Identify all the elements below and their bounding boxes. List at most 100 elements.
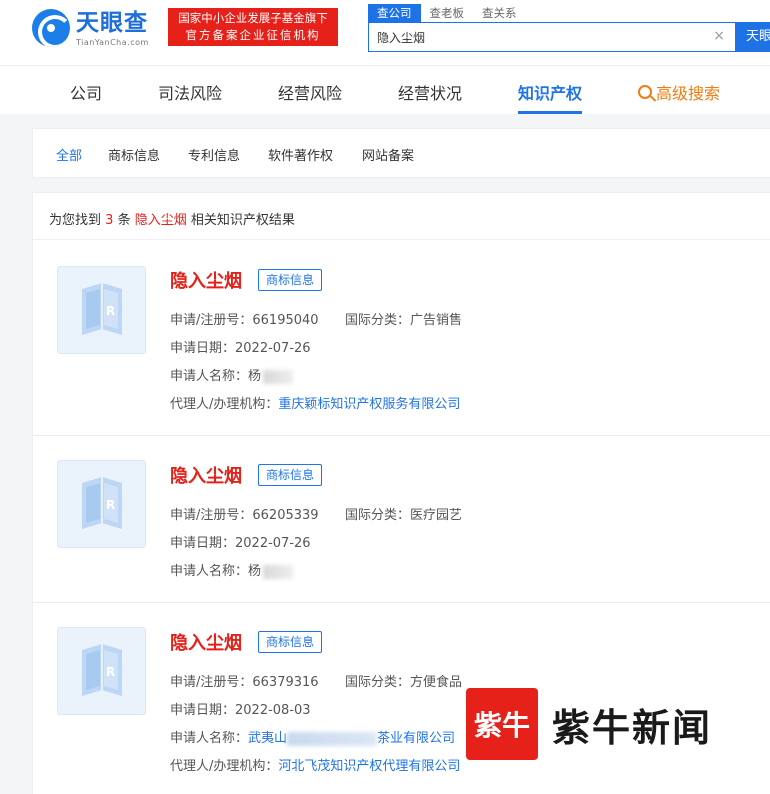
watermark-logo-box: 紫牛 (466, 688, 538, 760)
trademark-thumbnail[interactable]: R (57, 266, 146, 354)
logo-text-cn: 天眼查 (76, 10, 148, 36)
redacted-blur (263, 564, 294, 579)
result-title[interactable]: 隐入尘烟 (170, 629, 242, 655)
advanced-search-label: 高级搜索 (656, 84, 721, 103)
nav-legal-risk[interactable]: 司法风险 (158, 80, 222, 104)
book-icon: R (82, 283, 122, 335)
apply-date-label: 申请日期： (170, 703, 236, 718)
nav-ip[interactable]: 知识产权 (518, 80, 582, 104)
applicant-value: 杨 (248, 564, 262, 579)
applicant-label: 申请人名称： (170, 369, 249, 384)
agent-link[interactable]: 河北飞茂知识产权代理有限公司 (278, 759, 460, 774)
reg-no-value: 66379316 (252, 675, 319, 690)
result-count: 3 (105, 213, 114, 228)
applicant-row: 申请人名称：武夷山 茶业有限公司 (170, 727, 455, 746)
summary-prefix: 为您找到 (49, 213, 102, 228)
subtab-website-filing[interactable]: 网站备案 (362, 145, 414, 164)
nav-company[interactable]: 公司 (70, 80, 102, 104)
intl-class-field: 国际分类：医疗园艺 (345, 504, 462, 523)
nav-active-underline (518, 111, 582, 114)
search-tab-boss[interactable]: 查老板 (421, 4, 474, 22)
search-input-value[interactable]: 隐入尘烟 (377, 29, 425, 46)
result-card[interactable]: R 隐入尘烟 商标信息 申请/注册号：66195040 国际分类：广告销售 申请… (33, 240, 770, 436)
intl-class-field: 国际分类：方便食品 (345, 671, 462, 690)
svg-text:R: R (106, 498, 115, 512)
intl-class-label: 国际分类： (345, 508, 411, 523)
agent-label: 代理人/办理机构： (170, 759, 279, 774)
result-type-tag: 商标信息 (258, 464, 323, 486)
apply-date-label: 申请日期： (170, 341, 236, 356)
reg-no-value: 66195040 (252, 313, 319, 328)
search-icon (638, 85, 652, 99)
redacted-blur (263, 369, 294, 384)
apply-date-row: 申请日期：2022-07-26 (170, 337, 311, 356)
applicant-label: 申请人名称： (170, 564, 249, 579)
apply-date-value: 2022-08-03 (235, 703, 311, 718)
agent-link[interactable]: 重庆颖标知识产权服务有限公司 (278, 397, 460, 412)
result-type-tag: 商标信息 (258, 631, 323, 653)
reg-no-label: 申请/注册号： (170, 675, 253, 690)
summary-unit: 条 (117, 213, 131, 228)
result-summary: 为您找到 3 条 隐入尘烟 相关知识产权结果 (49, 209, 295, 228)
result-title[interactable]: 隐入尘烟 (170, 462, 242, 488)
site-logo[interactable]: 天眼查 TianYanCha.com (32, 9, 149, 47)
result-card[interactable]: R 隐入尘烟 商标信息 申请/注册号：66205339 国际分类：医疗园艺 申请… (33, 436, 770, 603)
apply-date-label: 申请日期： (170, 536, 236, 551)
applicant-row: 申请人名称：杨 (170, 560, 294, 579)
subtab-all[interactable]: 全部 (56, 145, 82, 164)
svg-text:R: R (106, 665, 115, 679)
summary-suffix: 相关知识产权结果 (190, 213, 295, 228)
intl-class-label: 国际分类： (345, 675, 411, 690)
applicant-row: 申请人名称：杨 (170, 365, 294, 384)
search-input[interactable]: 隐入尘烟 × (368, 22, 736, 52)
badge-line-2: 官方备案企业征信机构 (185, 28, 321, 42)
intl-class-field: 国际分类：广告销售 (345, 309, 462, 328)
reg-no-row: 申请/注册号：66379316 国际分类：方便食品 (170, 671, 462, 690)
search-tab-relation[interactable]: 查关系 (473, 4, 526, 22)
redacted-blur (287, 731, 378, 746)
subtab-software-copyright[interactable]: 软件著作权 (268, 145, 333, 164)
nav-operating-status[interactable]: 经营状况 (398, 80, 462, 104)
applicant-label: 申请人名称： (170, 731, 249, 746)
logo-text-en: TianYanCha.com (76, 38, 149, 47)
applicant-value: 杨 (248, 369, 262, 384)
trademark-thumbnail[interactable]: R (57, 627, 146, 715)
badge-line-1: 国家中小企业发展子基金旗下 (178, 11, 328, 25)
book-icon: R (82, 644, 122, 696)
apply-date-value: 2022-07-26 (235, 536, 311, 551)
subtab-patent[interactable]: 专利信息 (188, 145, 240, 164)
top-header: 天眼查 TianYanCha.com 国家中小企业发展子基金旗下 官方备案企业征… (0, 0, 770, 66)
search-button[interactable]: 天眼 (736, 22, 770, 52)
trademark-thumbnail[interactable]: R (57, 460, 146, 548)
clear-icon[interactable]: × (713, 28, 725, 44)
applicant-link-suffix[interactable]: 茶业有限公司 (377, 731, 455, 746)
agent-row: 代理人/办理机构：河北飞茂知识产权代理有限公司 (170, 755, 460, 774)
main-nav: 公司 司法风险 经营风险 经营状况 知识产权 高级搜索 (0, 66, 770, 114)
apply-date-value: 2022-07-26 (235, 341, 311, 356)
apply-date-row: 申请日期：2022-08-03 (170, 699, 311, 718)
result-type-tag: 商标信息 (258, 269, 323, 291)
intl-class-label: 国际分类： (345, 313, 411, 328)
ip-subtabs: 全部 商标信息 专利信息 软件著作权 网站备案 (32, 128, 770, 178)
book-icon: R (82, 477, 122, 529)
intl-class-value: 医疗园艺 (410, 508, 463, 523)
apply-date-row: 申请日期：2022-07-26 (170, 532, 311, 551)
watermark-text: 紫牛新闻 (552, 704, 713, 750)
agent-label: 代理人/办理机构： (170, 397, 279, 412)
reg-no-row: 申请/注册号：66205339 国际分类：医疗园艺 (170, 504, 462, 523)
summary-keyword: 隐入尘烟 (134, 213, 187, 228)
intl-class-value: 广告销售 (410, 313, 463, 328)
subtab-trademark[interactable]: 商标信息 (108, 145, 160, 164)
result-title[interactable]: 隐入尘烟 (170, 267, 242, 293)
intl-class-value: 方便食品 (410, 675, 463, 690)
official-badge: 国家中小企业发展子基金旗下 官方备案企业征信机构 (168, 8, 338, 46)
reg-no-label: 申请/注册号： (170, 313, 253, 328)
applicant-link-prefix[interactable]: 武夷山 (248, 731, 287, 746)
reg-no-label: 申请/注册号： (170, 508, 253, 523)
agent-row: 代理人/办理机构：重庆颖标知识产权服务有限公司 (170, 393, 460, 412)
reg-no-value: 66205339 (252, 508, 319, 523)
reg-no-row: 申请/注册号：66195040 国际分类：广告销售 (170, 309, 462, 328)
advanced-search-link[interactable]: 高级搜索 (638, 80, 720, 104)
search-tab-company[interactable]: 查公司 (368, 4, 421, 22)
nav-operating-risk[interactable]: 经营风险 (278, 80, 342, 104)
